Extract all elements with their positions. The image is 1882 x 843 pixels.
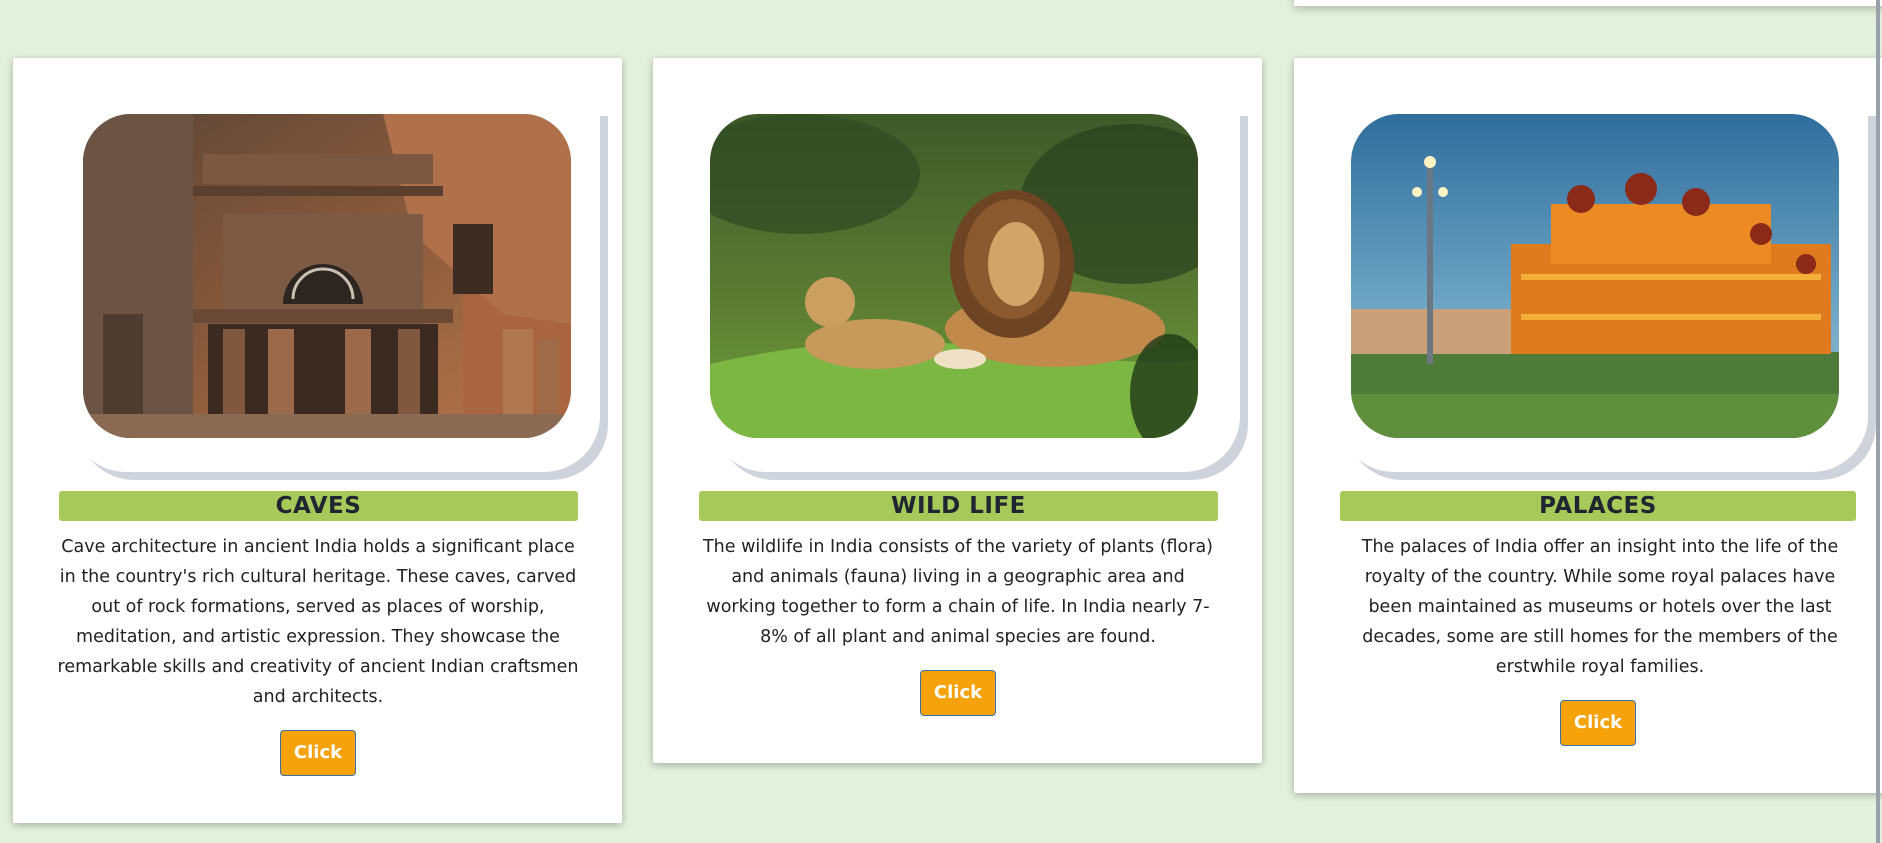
palace-image bbox=[1351, 114, 1839, 438]
caves-click-button[interactable]: Click bbox=[280, 730, 356, 776]
wildlife-photo bbox=[710, 114, 1198, 438]
card-description: The palaces of India offer an insight in… bbox=[1361, 537, 1839, 677]
card-caves: CAVES Cave architecture in ancient India… bbox=[13, 58, 622, 823]
caves-image bbox=[83, 114, 571, 438]
card-title: WILD LIFE bbox=[699, 491, 1218, 521]
card-title: PALACES bbox=[1340, 491, 1856, 521]
scrollbar-edge[interactable] bbox=[1876, 0, 1880, 843]
caves-photo bbox=[83, 114, 571, 438]
card-title: CAVES bbox=[59, 491, 578, 521]
card-palaces: PALACES The palaces of India offer an in… bbox=[1294, 58, 1882, 793]
card-above-edge bbox=[1294, 0, 1882, 6]
page: CAVES Cave architecture in ancient India… bbox=[0, 0, 1882, 843]
palaces-click-button[interactable]: Click bbox=[1560, 700, 1636, 746]
card-description: Cave architecture in ancient India holds… bbox=[57, 537, 579, 707]
wildlife-image bbox=[710, 114, 1198, 438]
palace-photo bbox=[1351, 114, 1839, 438]
card-wildlife: WILD LIFE The wildlife in India consists… bbox=[653, 58, 1262, 763]
wildlife-click-button[interactable]: Click bbox=[920, 670, 996, 716]
card-description: The wildlife in India consists of the va… bbox=[702, 537, 1213, 647]
